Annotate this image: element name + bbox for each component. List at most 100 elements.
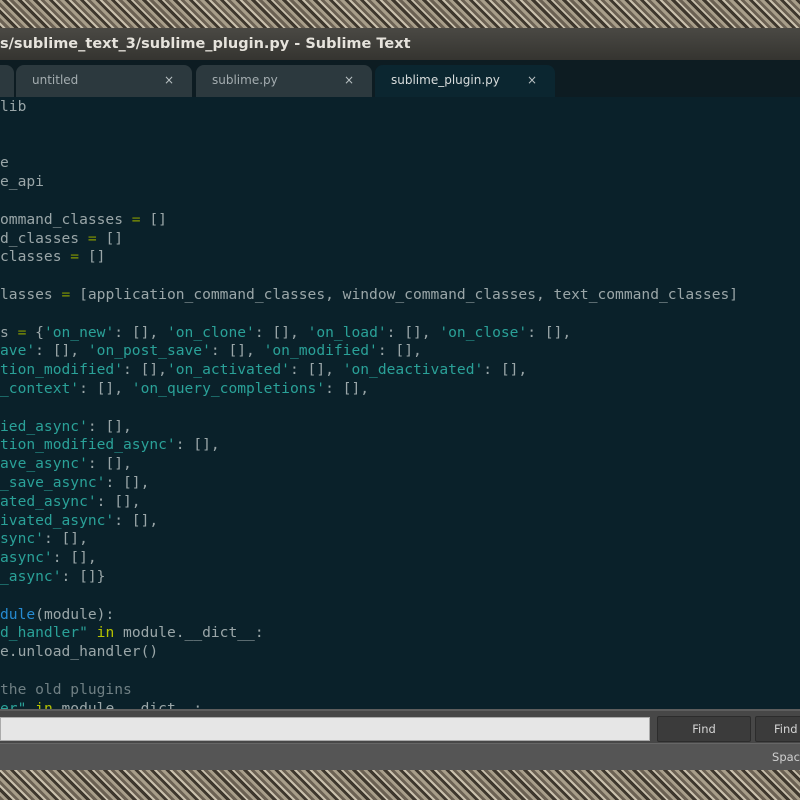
code-token: module.__dict__: (52, 699, 203, 710)
code-token: : [], (87, 417, 132, 435)
code-line: ated_async': [], (0, 493, 738, 512)
tab-label: sublime_plugin.py (391, 73, 500, 87)
code-token: async' (0, 549, 53, 567)
code-token: d_handler" (0, 624, 88, 642)
code-line: async': [], (0, 549, 738, 568)
code-token: : [], (386, 323, 440, 341)
code-token: tion_modified_async' (0, 436, 176, 454)
code-token: _async' (0, 567, 62, 585)
code-line: e_api (0, 173, 738, 192)
code-token: : [], (52, 549, 97, 567)
find-panel: Find Find (0, 709, 800, 745)
code-line: _context': [], 'on_query_completions': [… (0, 380, 738, 399)
code-token: = (70, 248, 80, 266)
code-line: d_classes = [] (0, 230, 738, 249)
find-button[interactable]: Find (657, 716, 751, 742)
code-line: ave_async': [], (0, 455, 738, 474)
code-line: the old plugins (0, 681, 738, 700)
code-token: in (96, 624, 115, 642)
code-line: tion_modified_async': [], (0, 436, 738, 455)
code-token: : [], (96, 492, 141, 510)
tab-untitled[interactable]: untitled × (16, 65, 192, 97)
tab-label: untitled (32, 73, 79, 87)
find-input[interactable] (0, 717, 650, 741)
code-token: ivated_async' (0, 511, 115, 529)
code-token: : [], (114, 511, 159, 529)
code-token: : [], (43, 530, 88, 548)
window-title: s/sublime_text_3/sublime_plugin.py - Sub… (0, 36, 411, 52)
code-token: dule (0, 605, 36, 623)
code-token: d_classes (0, 229, 88, 247)
code-line: ivated_async': [], (0, 512, 738, 531)
code-line: ave': [], 'on_post_save': [], 'on_modifi… (0, 342, 738, 361)
status-bar: Spac (0, 743, 800, 770)
code-token: [application_command_classes, window_com… (70, 285, 739, 303)
code-token: = (131, 210, 141, 228)
tab-label: sublime.py (212, 73, 278, 87)
code-token: tion_modified' (0, 361, 124, 379)
code-token: : [], (483, 361, 528, 379)
code-token: : [], (210, 342, 264, 360)
code-token: _save_async' (0, 473, 106, 491)
code-token: 'on_query_completions' (131, 379, 326, 397)
code-token: : [], (377, 342, 422, 360)
code-token: lib (0, 98, 27, 115)
code-token: : [], (325, 379, 370, 397)
code-token: ommand_classes (0, 210, 132, 228)
code-line: classes = [] (0, 248, 738, 267)
code-token: 'on_modified' (263, 342, 378, 360)
code-token: : [], (105, 473, 150, 491)
code-token: [] (96, 229, 124, 247)
code-token: the old plugins (0, 680, 132, 698)
code-token: = (61, 285, 71, 303)
code-token: classes (0, 248, 71, 266)
code-token: ated_async' (0, 492, 97, 510)
code-line: _async': []} (0, 568, 738, 587)
code-line: tion_modified': [],'on_activated': [], '… (0, 361, 738, 380)
code-token: 'on_deactivated' (342, 361, 484, 379)
code-token: : [], (175, 436, 220, 454)
code-token: : [], (289, 361, 343, 379)
code-token: e_api (0, 173, 44, 191)
code-line: sync': [], (0, 530, 738, 549)
code-line: e.unload_handler() (0, 643, 738, 662)
code-token: ave' (0, 342, 36, 360)
code-token: : [], (79, 379, 132, 397)
code-token: _context' (0, 379, 80, 397)
indentation-status[interactable]: Spac (772, 744, 800, 770)
code-token: : [], (87, 455, 132, 473)
code-token: = (87, 229, 97, 247)
code-token: 'on_activated' (166, 361, 290, 379)
close-icon[interactable]: × (164, 65, 174, 95)
code-line: dule(module): (0, 606, 738, 625)
code-token: : [], (123, 361, 167, 379)
tab-sublime-plugin-py[interactable]: sublime_plugin.py × (375, 65, 555, 97)
code-editor[interactable]: lib e e_api ommand_classes = [] d_classes = … (0, 97, 800, 709)
code-token: { (26, 323, 44, 341)
code-line: ied_async': [], (0, 418, 738, 437)
code-token: lasses (0, 285, 62, 303)
code-token: : [], (114, 323, 167, 341)
code-line: s = {'on_new': [], 'on_clone': [], 'on_l… (0, 324, 738, 343)
find-all-button[interactable]: Find (755, 716, 800, 742)
code-token: : [], (527, 323, 572, 341)
code-token: e (0, 154, 9, 172)
code-token: : []} (61, 567, 106, 585)
code-token: [] (79, 248, 106, 266)
close-icon[interactable]: × (344, 65, 354, 95)
code-token: [] (140, 210, 167, 228)
code-line: er" in module.__dict__: (0, 700, 738, 710)
code-line: lasses = [application_command_classes, w… (0, 286, 738, 305)
code-line: d_handler" in module.__dict__: (0, 624, 738, 643)
code-token: 'on_post_save' (87, 342, 211, 360)
code-token: e.unload_handler() (0, 643, 159, 661)
close-icon[interactable]: × (527, 65, 537, 95)
tab-sublime-py[interactable]: sublime.py × (196, 65, 372, 97)
tab-hidden-partial[interactable] (0, 65, 14, 97)
